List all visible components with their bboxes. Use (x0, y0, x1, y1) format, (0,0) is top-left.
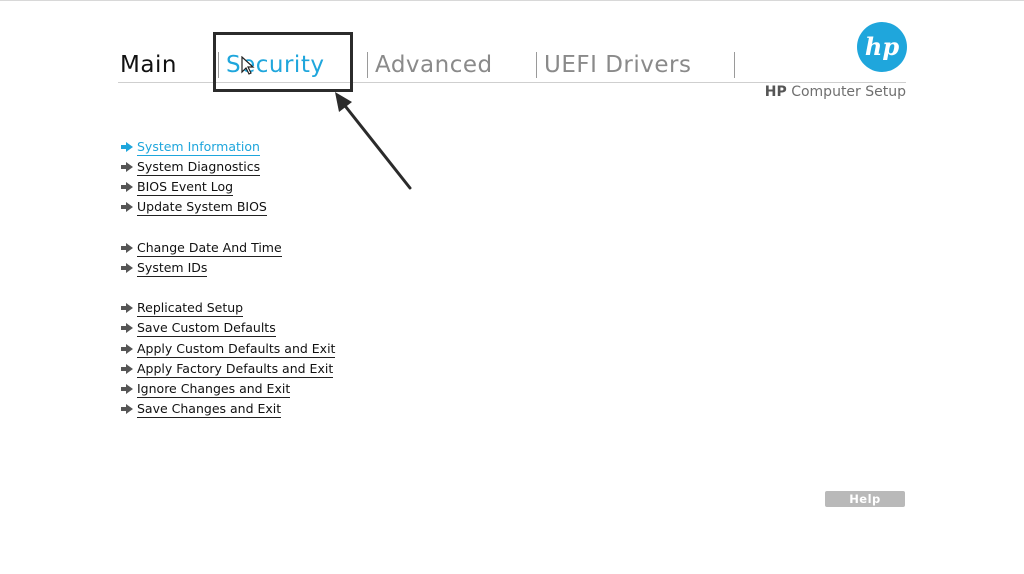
mouse-cursor-icon (241, 56, 255, 75)
menu-item-ignore-changes-and-exit[interactable]: Ignore Changes and Exit (120, 380, 291, 398)
menu-item-label: Change Date And Time (137, 239, 282, 257)
arrow-right-icon (121, 364, 133, 374)
menu-item-system-information[interactable]: System Information (120, 138, 260, 156)
setup-title-text: Computer Setup (791, 84, 906, 100)
menu-item-label: System IDs (137, 259, 208, 277)
menu-item-label: Replicated Setup (137, 299, 244, 317)
setup-title: HP Computer Setup (765, 84, 906, 100)
arrow-right-icon (121, 404, 133, 414)
tab-separator (536, 52, 537, 78)
tab-separator (734, 52, 735, 78)
arrow-right-icon (121, 344, 133, 354)
menu-item-label: System Diagnostics (137, 158, 261, 176)
menu-item-bios-event-log[interactable]: BIOS Event Log (120, 178, 234, 196)
arrow-right-icon (121, 202, 133, 212)
menu-item-replicated-setup[interactable]: Replicated Setup (120, 299, 244, 317)
menu-item-system-ids[interactable]: System IDs (120, 259, 208, 277)
arrow-right-icon (121, 384, 133, 394)
hp-logo: hp (857, 22, 907, 72)
menu-item-label: BIOS Event Log (137, 178, 234, 196)
menu-item-save-custom-defaults[interactable]: Save Custom Defaults (120, 319, 276, 337)
menu-item-label: Ignore Changes and Exit (137, 380, 291, 398)
menu-item-change-date-and-time[interactable]: Change Date And Time (120, 239, 282, 257)
arrow-right-icon (121, 323, 133, 333)
arrow-right-icon (121, 142, 133, 152)
tab-separator (367, 52, 368, 78)
tab-main[interactable]: Main (120, 50, 177, 80)
menu-item-label: Save Changes and Exit (137, 400, 282, 418)
arrow-right-icon (121, 263, 133, 273)
menu-item-label: Save Custom Defaults (137, 319, 276, 337)
help-button[interactable]: Help (825, 491, 905, 507)
arrow-right-icon (121, 162, 133, 172)
setup-brand: HP (764, 84, 787, 100)
menu-item-label: Apply Factory Defaults and Exit (137, 360, 334, 378)
menu-item-label: Apply Custom Defaults and Exit (137, 340, 336, 358)
menu-item-label: Update System BIOS (137, 198, 267, 216)
arrow-right-icon (121, 182, 133, 192)
bios-setup-screen: Main Security Advanced UEFI Drivers hp H… (0, 0, 1024, 574)
menu-item-system-diagnostics[interactable]: System Diagnostics (120, 158, 261, 176)
menu-item-save-changes-and-exit[interactable]: Save Changes and Exit (120, 400, 282, 418)
annotation-arrow-icon (335, 92, 412, 190)
tab-uefi-drivers[interactable]: UEFI Drivers (544, 50, 691, 80)
menu-item-apply-custom-defaults-and-exit[interactable]: Apply Custom Defaults and Exit (120, 340, 336, 358)
menu-item-apply-factory-defaults-and-exit[interactable]: Apply Factory Defaults and Exit (120, 360, 334, 378)
arrow-right-icon (121, 243, 133, 253)
tab-advanced[interactable]: Advanced (375, 50, 493, 80)
menu-item-label: System Information (137, 138, 260, 156)
arrow-right-icon (121, 303, 133, 313)
highlight-box (213, 32, 353, 92)
top-border (0, 0, 1024, 1)
menu-item-update-system-bios[interactable]: Update System BIOS (120, 198, 267, 216)
